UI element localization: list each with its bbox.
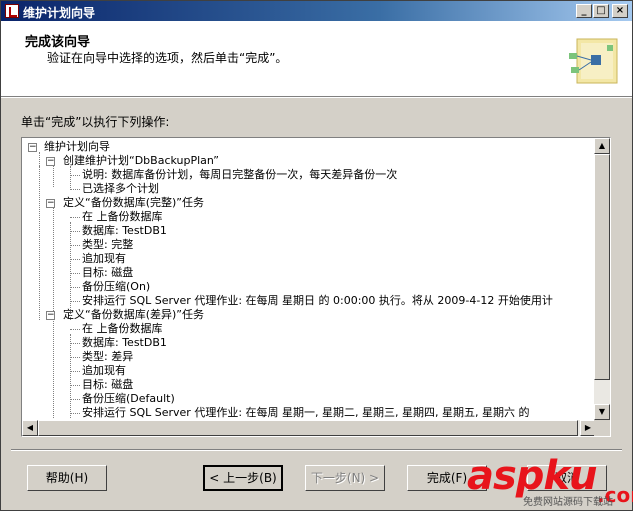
wizard-graphic-icon <box>569 38 618 84</box>
tree-item[interactable]: 安排运行 SQL Server 代理作业: 在每周 星期一, 星期二, 星期三,… <box>82 406 530 420</box>
maximize-icon[interactable]: □ <box>593 4 609 18</box>
tree-line <box>70 413 80 414</box>
tree-item[interactable]: 已选择多个计划 <box>82 182 159 196</box>
minimize-icon[interactable]: _ <box>576 4 592 18</box>
tree-collapse-icon[interactable]: − <box>46 199 55 208</box>
tree-item[interactable]: 类型: 完整 <box>82 238 133 252</box>
tree-line <box>70 245 80 246</box>
tree-item[interactable]: 追加现有 <box>82 364 126 378</box>
tree-line <box>70 357 80 358</box>
tree-item[interactable]: 安排运行 SQL Server 代理作业: 在每周 星期日 的 0:00:00 … <box>82 294 553 308</box>
tree-item[interactable]: 创建维护计划“DbBackupPlan” <box>63 154 219 168</box>
scroll-down-icon[interactable]: ▼ <box>594 404 610 420</box>
next-button[interactable]: 下一步(N) > <box>305 465 385 491</box>
scroll-up-icon[interactable]: ▲ <box>594 138 610 154</box>
tree-item[interactable]: 类型: 差异 <box>82 350 133 364</box>
tree-line <box>70 273 80 274</box>
tree-item[interactable]: 数据库: TestDB1 <box>82 224 167 238</box>
tree-item[interactable]: 备份压缩(On) <box>82 280 150 294</box>
window-title: 维护计划向导 <box>23 6 96 20</box>
horizontal-scrollbar[interactable]: ◀ ▶ <box>22 420 596 436</box>
page-subtitle: 验证在向导中选择的选项，然后单击“完成”。 <box>47 51 288 65</box>
tree-line <box>70 343 80 344</box>
tree-collapse-icon[interactable]: − <box>46 311 55 320</box>
tree-line <box>70 301 80 302</box>
footer-divider-highlight <box>11 450 622 451</box>
tree-line <box>53 206 54 313</box>
tree-item[interactable]: 追加现有 <box>82 252 126 266</box>
tree-line <box>70 385 80 386</box>
tree-line <box>53 318 54 418</box>
watermark-tagline: 免费网站源码下载站 <box>523 497 613 508</box>
tree-line <box>70 217 80 218</box>
tree-collapse-icon[interactable]: − <box>46 157 55 166</box>
summary-tree[interactable]: − 维护计划向导 − 创建维护计划“DbBackupPlan” 说明: 数据库备份计划，… <box>21 137 611 437</box>
tree-line <box>70 222 71 320</box>
wizard-header: 完成该向导 验证在向导中选择的选项，然后单击“完成”。 <box>1 21 632 97</box>
watermark-logo: aspku .com 免费网站源码下载站 <box>467 453 633 509</box>
wizard-window: 维护计划向导 _ □ × 完成该向导 验证在向导中选择的选项，然后单击“完成”。… <box>0 0 633 511</box>
tree-line <box>70 399 80 400</box>
tree-item[interactable]: 定义“备份数据库(完整)”任务 <box>63 196 204 210</box>
tree-item[interactable]: 在 上备份数据库 <box>82 322 163 336</box>
page-title: 完成该向导 <box>25 35 91 50</box>
close-icon[interactable]: × <box>612 4 628 18</box>
tree-line <box>70 189 80 190</box>
scrollbar-corner <box>594 420 610 436</box>
tree-item[interactable]: 数据库: TestDB1 <box>82 336 167 350</box>
tree-viewport: − 维护计划向导 − 创建维护计划“DbBackupPlan” 说明: 数据库备份计划，… <box>22 138 596 420</box>
vertical-scrollbar[interactable]: ▲ ▼ <box>594 138 610 420</box>
instruction-label: 单击“完成”以执行下列操作: <box>21 115 170 129</box>
tree-line <box>70 175 80 176</box>
tree-item[interactable]: 目标: 磁盘 <box>82 378 133 392</box>
header-divider <box>1 97 632 98</box>
tree-item[interactable]: 定义“备份数据库(差异)”任务 <box>63 308 204 322</box>
tree-item[interactable]: 在 上备份数据库 <box>82 210 163 224</box>
tree-line <box>70 166 71 190</box>
tree-line <box>39 166 40 316</box>
tree-line <box>70 334 71 418</box>
tree-line <box>70 371 80 372</box>
tree-line <box>70 231 80 232</box>
tree-line <box>53 164 54 187</box>
back-button[interactable]: < 上一步(B) <box>203 465 283 491</box>
app-icon <box>5 4 19 18</box>
tree-item[interactable]: 维护计划向导 <box>44 140 110 154</box>
tree-collapse-icon[interactable]: − <box>28 143 37 152</box>
scroll-left-icon[interactable]: ◀ <box>22 420 38 436</box>
tree-item[interactable]: 说明: 数据库备份计划，每周日完整备份一次，每天差异备份一次 <box>82 168 397 182</box>
tree-line <box>70 287 80 288</box>
help-button[interactable]: 帮助(H) <box>27 465 107 491</box>
vertical-scroll-thumb[interactable] <box>594 154 610 380</box>
tree-line <box>70 329 80 330</box>
tree-item[interactable]: 备份压缩(Default) <box>82 392 175 406</box>
tree-item[interactable]: 目标: 磁盘 <box>82 266 133 280</box>
title-bar[interactable]: 维护计划向导 _ □ × <box>1 1 632 21</box>
tree-line <box>70 259 80 260</box>
horizontal-scroll-thumb[interactable] <box>38 420 578 436</box>
